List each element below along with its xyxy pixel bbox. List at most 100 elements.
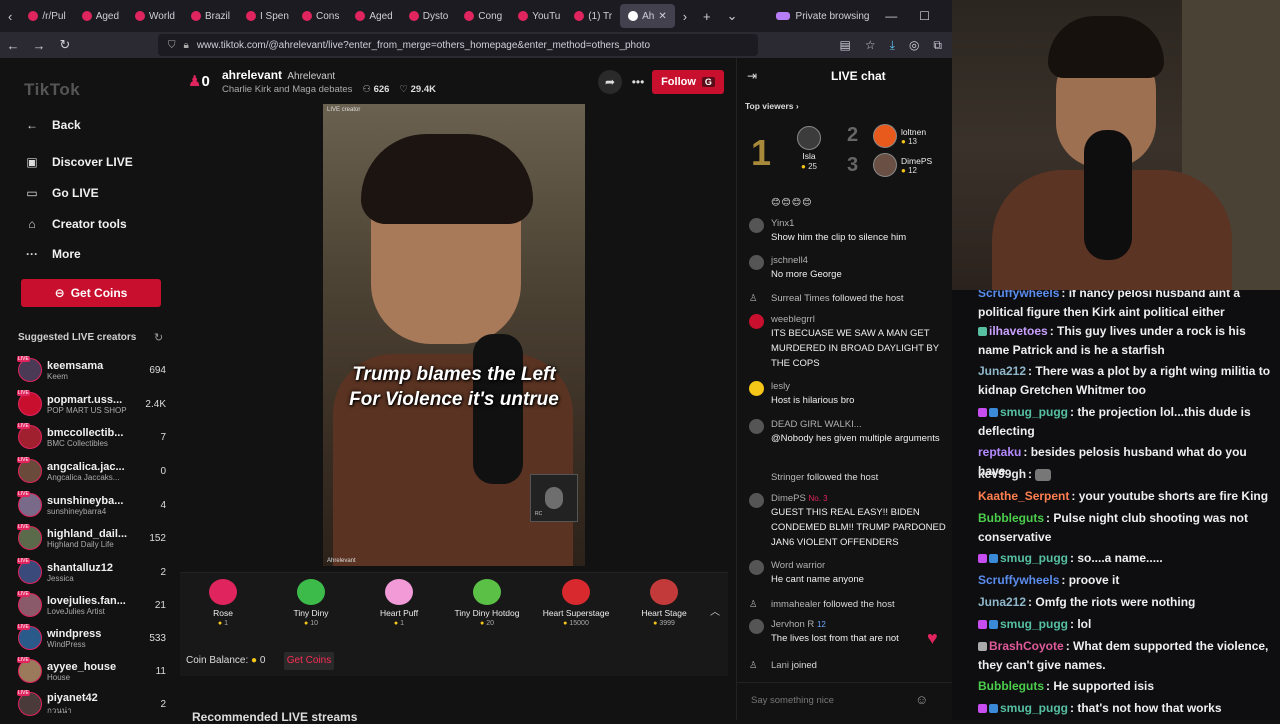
lock-icon[interactable]: 🔒︎: [184, 40, 189, 51]
chat-message[interactable]: Jervhon R 12 The lives lost from that are…: [749, 619, 949, 646]
avatar: LIVE: [17, 624, 42, 650]
chat-message[interactable]: Word warrior He cant name anyone: [749, 560, 949, 587]
badge-icon: [989, 704, 998, 714]
bookmark-star-icon[interactable]: ☆: [865, 38, 876, 53]
sidebar-item-more[interactable]: ··· More: [24, 247, 81, 261]
more-options-icon[interactable]: •••: [626, 70, 650, 94]
tab-scroll-right-icon[interactable]: ›: [675, 9, 695, 24]
maximize-window-icon[interactable]: ☐: [919, 9, 930, 23]
top-viewer[interactable]: Isla25: [797, 126, 821, 171]
chat-message: Scruffywheels: if nancy pelosi husband a…: [978, 290, 1241, 319]
avatar: LIVE: [17, 657, 42, 683]
chat-message[interactable]: DimePS No. 3 GUEST THIS REAL EASY!! BIDEN…: [749, 493, 949, 550]
suggested-creator[interactable]: LIVE keemsama Keem 694: [17, 355, 166, 385]
browser-tab[interactable]: Aged: [74, 4, 127, 28]
close-tab-icon[interactable]: ✕: [658, 11, 666, 22]
account-icon[interactable]: ◎: [909, 38, 919, 53]
suggested-creator[interactable]: LIVE highland_dail... Highland Daily Life 1…: [17, 523, 166, 553]
get-coins-button[interactable]: ⊖ Get Coins: [21, 279, 161, 307]
chat-message[interactable]: DEAD GIRL WALKI... @Nobody hes given mult…: [749, 419, 949, 446]
gift-rose[interactable]: Rose1: [183, 579, 263, 627]
chat-message[interactable]: Yinx1 Show him the clip to silence him: [749, 218, 949, 245]
cat-emote-icon: [1035, 468, 1052, 481]
minimize-window-icon[interactable]: —: [885, 9, 897, 23]
follow-button[interactable]: Follow G: [652, 70, 724, 94]
back-arrow-icon[interactable]: ←: [0, 38, 26, 53]
browser-tab-active[interactable]: Ah ✕: [620, 4, 675, 28]
suggested-creator[interactable]: LIVE angcalica.jac... Angcalica Jaccaks...…: [17, 456, 166, 486]
emoji-icon[interactable]: ☺: [915, 692, 928, 707]
guest-pip-video[interactable]: RC: [530, 474, 578, 522]
chat-system-message: ♙ immahealer followed the host: [749, 599, 895, 610]
like-heart-icon[interactable]: ♥: [927, 628, 938, 649]
dinosaur-icon: [297, 579, 325, 605]
gift-tiny-diny-hotdog[interactable]: Tiny Diny Hotdog20: [447, 579, 527, 627]
gift-heart-superstage[interactable]: Heart Superstage15000: [536, 579, 616, 627]
sidebar-item-discover-live[interactable]: ▣ Discover LIVE: [24, 155, 132, 169]
reload-icon[interactable]: ↻: [52, 37, 78, 53]
tab-list-chevron-icon[interactable]: ⌄: [719, 8, 746, 24]
reader-view-icon[interactable]: ▤: [840, 38, 851, 53]
live-rank-indicator[interactable]: ♟0: [188, 72, 210, 90]
gift-heart-puff[interactable]: Heart Puff1: [359, 579, 439, 627]
chat-message[interactable]: weeblegrrl ITS BECUASE WE SAW A MAN GET M…: [749, 314, 949, 371]
new-tab-icon[interactable]: +: [695, 9, 719, 24]
suggested-creator[interactable]: LIVE shantalluz12 Jessica 2: [17, 557, 166, 587]
browser-tab[interactable]: YouTu: [510, 4, 566, 28]
chat-message: Juna212: Omfg the riots were nothing: [978, 595, 1196, 609]
sidebar-item-go-live[interactable]: ▭ Go LIVE: [24, 186, 98, 200]
collapse-chat-icon[interactable]: ⇥: [747, 69, 757, 83]
person-icon: ♟: [188, 73, 202, 90]
extensions-icon[interactable]: ⧉: [933, 38, 942, 53]
share-icon[interactable]: ➦: [598, 70, 622, 94]
suggested-creator[interactable]: LIVE windpress WindPress 533: [17, 623, 166, 653]
sidebar-item-back[interactable]: ← Back: [24, 118, 81, 132]
private-browsing-indicator: Private browsing: [775, 11, 869, 22]
chat-message[interactable]: lesly Host is hilarious bro: [749, 381, 949, 408]
suggested-creator[interactable]: LIVE piyanet42 กวนน่า 2: [17, 689, 166, 719]
browser-tab[interactable]: (1) Tr: [566, 4, 620, 28]
shield-icon[interactable]: ⛉: [168, 40, 176, 51]
stream-header: ♟0 ahrelevant Ahrelevant Charlie Kirk an…: [186, 66, 726, 100]
tab-scroll-left-icon[interactable]: ‹: [0, 9, 20, 24]
browser-tab[interactable]: I Spen: [238, 4, 294, 28]
suggested-creator[interactable]: LIVE lovejulies.fan... LoveJulies Artist 21: [17, 590, 166, 620]
forward-arrow-icon[interactable]: →: [26, 38, 52, 53]
avatar: LIVE: [17, 423, 42, 449]
tiktok-logo[interactable]: TikTok: [24, 80, 80, 100]
gift-heart-stage[interactable]: Heart Stage3999: [624, 579, 704, 627]
expand-gifts-chevron-icon[interactable]: ︿: [710, 603, 720, 618]
suggested-creator[interactable]: LIVE sunshineyba... sunshineybarra4 4: [17, 490, 166, 520]
refresh-icon[interactable]: ↻: [154, 331, 163, 344]
chat-message: Bubbleguts: He supported isis: [978, 679, 1155, 693]
host-name[interactable]: ahrelevant Ahrelevant: [222, 68, 335, 82]
subscriber-badge-icon: [978, 620, 987, 630]
top-viewer[interactable]: loltnen13: [873, 124, 926, 148]
get-coins-link[interactable]: Get Coins: [284, 652, 334, 670]
suggested-creator[interactable]: LIVE ayyee_house House 11: [17, 656, 166, 686]
browser-tab[interactable]: Aged: [347, 4, 400, 28]
browser-tab[interactable]: /r/Pul: [20, 4, 73, 28]
top-viewers-link[interactable]: Top viewers ›: [745, 101, 799, 111]
chat-message[interactable]: jschnell4 No more George: [749, 255, 949, 282]
avatar: [749, 381, 764, 396]
chat-message: smug_pugg: that's not how that works: [978, 699, 1276, 718]
top-viewer[interactable]: DimePS12: [873, 153, 932, 177]
browser-tab[interactable]: Dysto: [401, 4, 457, 28]
avatar: [873, 124, 897, 148]
browser-tab[interactable]: Cong: [456, 4, 510, 28]
avatar: [749, 619, 764, 634]
chat-input[interactable]: Say something nice ☺: [737, 682, 953, 720]
browser-tab[interactable]: Cons: [294, 4, 347, 28]
rose-icon: [209, 579, 237, 605]
browser-tab[interactable]: World: [127, 4, 183, 28]
suggested-creator[interactable]: LIVE bmccollectib... BMC Collectibles 7: [17, 422, 166, 452]
address-bar[interactable]: ⛉ 🔒︎ www.tiktok.com/@ahrelevant/live?ent…: [158, 34, 758, 56]
sidebar-item-creator-tools[interactable]: ⌂ Creator tools: [24, 217, 126, 231]
gift-tiny-diny[interactable]: Tiny Diny10: [271, 579, 351, 627]
stream-meta: Charlie Kirk and Maga debates ⚇ 626 ♡ 29…: [222, 84, 436, 95]
badge-icon: [989, 620, 998, 630]
browser-tab[interactable]: Brazil: [183, 4, 238, 28]
download-icon[interactable]: ⤓: [890, 38, 895, 53]
suggested-creator[interactable]: LIVE popmart.uss... POP MART US SHOP 2.4K: [17, 389, 166, 419]
